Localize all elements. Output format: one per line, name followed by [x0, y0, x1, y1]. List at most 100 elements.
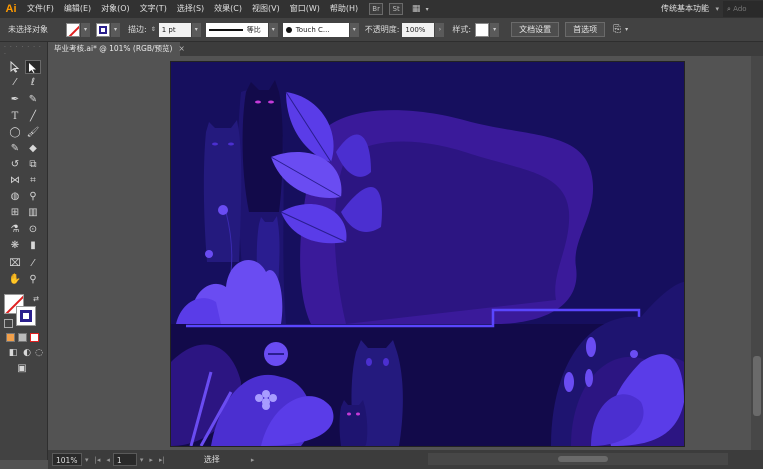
search-placeholder: Ado: [733, 5, 747, 13]
ellipse-tool-icon[interactable]: ◯: [7, 126, 23, 140]
line-segment-tool-icon[interactable]: ╱: [25, 110, 41, 124]
swap-fill-stroke-icon[interactable]: ⇄: [28, 292, 44, 306]
live-paint-tool-icon[interactable]: ⚲: [25, 190, 41, 204]
document-setup-button[interactable]: 文档设置: [511, 22, 560, 37]
arrange-icon[interactable]: ⎘: [613, 24, 621, 35]
artboard-dropdown-icon[interactable]: ▾: [137, 456, 147, 464]
symbol-sprayer-tool-icon[interactable]: ❋: [7, 239, 23, 253]
brush-select[interactable]: Touch C...: [282, 22, 349, 37]
perspective-grid-tool-icon[interactable]: ⊞: [7, 206, 23, 220]
vertical-scrollbar[interactable]: [751, 56, 763, 450]
menu-file[interactable]: 文件(F): [22, 0, 59, 18]
shape-builder-tool-icon[interactable]: ◍: [7, 190, 23, 204]
menu-edit[interactable]: 编辑(E): [59, 0, 96, 18]
arrange-dropdown-icon[interactable]: ▾: [622, 23, 631, 37]
gradient-tool-icon[interactable]: ▥: [25, 206, 41, 220]
hand-tool-icon[interactable]: ✋: [7, 273, 23, 287]
eyedropper-tool-icon[interactable]: ⚗: [7, 223, 23, 237]
none-mode-icon[interactable]: [30, 333, 39, 342]
draw-inside-icon[interactable]: ◌: [31, 346, 47, 360]
canvas-area[interactable]: [48, 56, 763, 450]
search-icon: ⌕: [727, 5, 731, 13]
opacity-dropdown-icon[interactable]: ›: [435, 22, 445, 37]
shaper-tool-icon[interactable]: ✎: [7, 142, 23, 156]
default-colors-icon[interactable]: [4, 319, 13, 328]
width-tool-icon[interactable]: ⋈: [7, 174, 23, 188]
stock-button[interactable]: St: [389, 3, 404, 15]
vertical-scroll-thumb[interactable]: [753, 356, 761, 416]
brush-dropdown-icon[interactable]: ▾: [349, 22, 359, 37]
zoom-level-field[interactable]: 101%: [52, 453, 82, 466]
magic-wand-tool-icon[interactable]: ⁄: [7, 76, 23, 90]
paintbrush-tool-icon[interactable]: 🖌: [25, 126, 41, 140]
style-dropdown-icon[interactable]: ▾: [490, 22, 500, 37]
preferences-button[interactable]: 首选项: [565, 22, 606, 37]
arrange-caret-icon[interactable]: ▾: [423, 3, 431, 15]
menu-object[interactable]: 对象(O): [96, 0, 135, 18]
stroke-weight-stepper-icon[interactable]: ⇕: [149, 23, 158, 37]
fill-dropdown-icon[interactable]: ▾: [81, 22, 90, 37]
horizontal-scroll-thumb[interactable]: [558, 456, 608, 462]
style-label: 样式:: [452, 25, 472, 34]
close-tab-icon[interactable]: ×: [178, 44, 184, 53]
search-input[interactable]: ⌕ Ado: [723, 1, 763, 17]
stroke-profile-select[interactable]: 等比: [205, 22, 268, 37]
menu-view[interactable]: 视图(V): [247, 0, 285, 18]
selection-tool-icon[interactable]: [7, 60, 23, 74]
previous-artboard-icon[interactable]: ◂: [103, 456, 113, 464]
screen-mode-icon[interactable]: ▣: [14, 362, 30, 376]
stroke-color-swatch[interactable]: [16, 306, 36, 326]
opacity-label[interactable]: 不透明度:: [365, 24, 400, 35]
menu-help[interactable]: 帮助(H): [325, 0, 363, 18]
slice-tool-icon[interactable]: ⁄: [25, 257, 41, 271]
brush-dot-icon: [285, 26, 292, 33]
document-tab[interactable]: 毕业考核.ai* @ 101% (RGB/预览) ×: [48, 42, 185, 56]
scale-tool-icon[interactable]: ⧉: [25, 158, 41, 172]
stroke-profile-dropdown-icon[interactable]: ▾: [268, 22, 278, 37]
menu-window[interactable]: 窗口(W): [285, 0, 325, 18]
selection-state-label: 未选择对象: [8, 25, 48, 34]
menu-select[interactable]: 选择(S): [172, 0, 209, 18]
column-graph-tool-icon[interactable]: ▮: [25, 239, 41, 253]
panel-grip[interactable]: · · · · · · · ·: [4, 44, 44, 58]
menu-effect[interactable]: 效果(C): [209, 0, 247, 18]
color-mode-icon[interactable]: [6, 333, 15, 342]
graphic-style-swatch[interactable]: [475, 22, 490, 37]
artboard-tool-icon[interactable]: ⌧: [7, 257, 23, 271]
rotate-tool-icon[interactable]: ↺: [7, 158, 23, 172]
stroke-swatch[interactable]: [96, 22, 110, 37]
zoom-dropdown-icon[interactable]: ▾: [82, 456, 92, 464]
gradient-mode-icon[interactable]: [18, 333, 27, 342]
stroke-weight-dropdown-icon[interactable]: ▾: [191, 22, 201, 37]
curvature-tool-icon[interactable]: ✎: [25, 93, 41, 107]
pen-tool-icon[interactable]: ✒: [7, 93, 23, 107]
blend-tool-icon[interactable]: ⊙: [25, 223, 41, 237]
flower-lower: [205, 250, 213, 258]
cat-tiny: [339, 400, 368, 446]
workspace-caret-icon[interactable]: ▾: [715, 0, 719, 18]
next-artboard-icon[interactable]: ▸: [146, 456, 156, 464]
fill-swatch[interactable]: [66, 22, 80, 37]
bridge-button[interactable]: Br: [369, 3, 384, 15]
workspace-switcher[interactable]: 传统基本功能: [661, 0, 709, 18]
opacity-input[interactable]: 100%: [402, 22, 435, 37]
arrange-documents-icon[interactable]: ▦: [409, 3, 423, 15]
status-menu-icon[interactable]: ▸: [248, 456, 258, 464]
lasso-tool-icon[interactable]: ℓ: [25, 76, 41, 90]
stroke-label[interactable]: 描边:: [128, 24, 147, 35]
first-artboard-icon[interactable]: |◂: [92, 456, 104, 464]
stroke-dropdown-icon[interactable]: ▾: [111, 22, 120, 37]
free-transform-tool-icon[interactable]: ⌗: [25, 174, 41, 188]
stroke-weight-input[interactable]: 1 pt: [158, 22, 191, 37]
artboard-number-field[interactable]: 1: [112, 453, 137, 466]
horizontal-scrollbar[interactable]: [428, 453, 728, 465]
stroke-profile-line: [208, 28, 243, 31]
menu-type[interactable]: 文字(T): [135, 0, 172, 18]
direct-selection-tool-icon[interactable]: [25, 60, 41, 74]
artboard[interactable]: [171, 62, 684, 446]
document-tab-row: 毕业考核.ai* @ 101% (RGB/预览) ×: [48, 42, 763, 56]
eraser-tool-icon[interactable]: ◆: [25, 142, 41, 156]
last-artboard-icon[interactable]: ▸|: [156, 456, 168, 464]
type-tool-icon[interactable]: T: [7, 110, 23, 124]
zoom-tool-icon[interactable]: ⚲: [25, 273, 41, 287]
